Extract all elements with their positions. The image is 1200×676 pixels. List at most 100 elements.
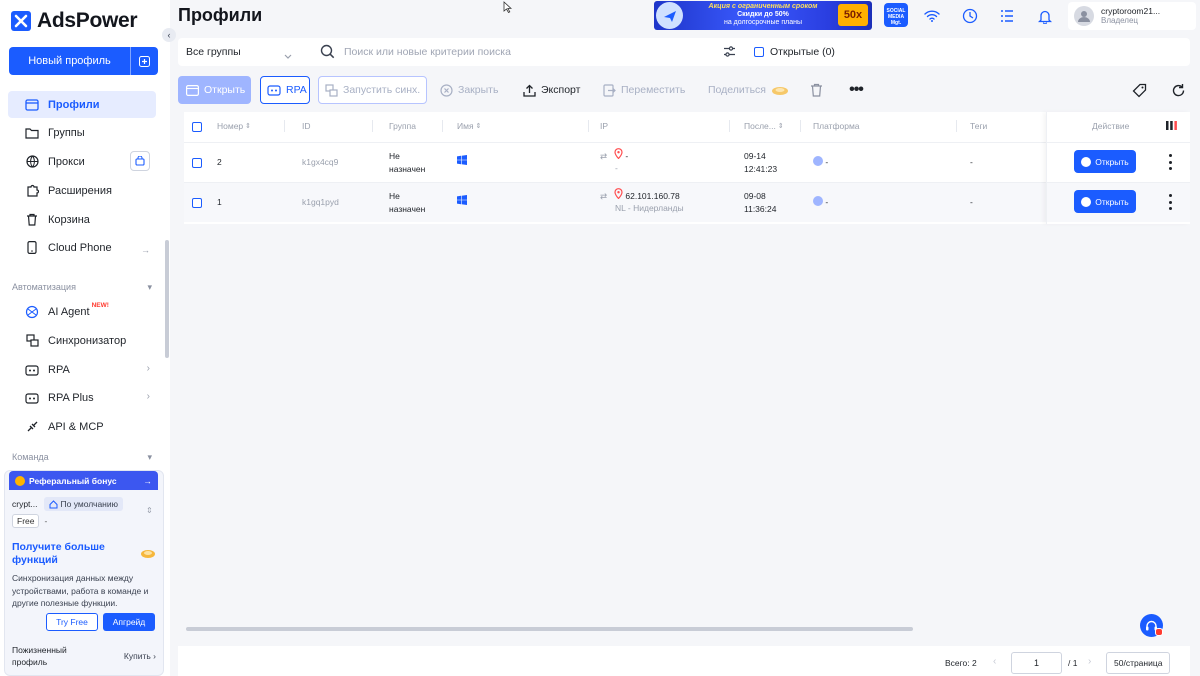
rpa-icon <box>24 362 40 378</box>
proxy-shop-icon[interactable] <box>130 151 150 171</box>
column-divider <box>800 120 801 132</box>
filter-bar: Все группы Открытые (0) <box>178 38 1190 66</box>
row-checkbox[interactable] <box>192 198 202 208</box>
open-profile-button[interactable]: Открыть <box>1074 150 1136 173</box>
buy-link[interactable]: Купить › <box>124 650 156 662</box>
page-number-input[interactable]: 1 <box>1011 652 1062 674</box>
close-button[interactable]: Закрыть <box>440 76 498 104</box>
export-button[interactable]: Экспорт <box>523 76 580 104</box>
column-header-id[interactable]: ID <box>302 121 311 131</box>
app-logo[interactable]: AdsPower <box>11 9 138 33</box>
row-checkbox[interactable] <box>192 158 202 168</box>
column-header-tags[interactable]: Теги <box>970 121 987 131</box>
column-header-platform[interactable]: Платформа <box>813 121 860 131</box>
location-pin-icon <box>614 148 623 160</box>
tag-icon[interactable] <box>1127 78 1151 102</box>
sidebar-item-api[interactable]: API & MCP <box>8 413 156 440</box>
rpa-button[interactable]: RPA <box>260 76 310 104</box>
row-more-icon[interactable] <box>1167 154 1173 170</box>
table-row[interactable]: 2 k1gx4cq9 Не назначен ⇄ - - 09-14 12:41:2… <box>184 142 1190 182</box>
support-chat-button[interactable] <box>1140 614 1163 637</box>
row-last-opened: 09-08 11:36:24 <box>744 191 777 214</box>
next-page-icon[interactable]: › <box>1088 656 1091 667</box>
more-actions-button[interactable]: ••• <box>843 76 869 104</box>
delete-button[interactable] <box>810 76 828 104</box>
start-sync-button[interactable]: Запустить синх. <box>318 76 427 104</box>
home-icon <box>49 499 58 508</box>
rocket-icon <box>140 546 156 564</box>
social-media-mgmt-button[interactable]: SOCIAL MEDIA Mgt. <box>884 3 908 27</box>
api-status-icon[interactable] <box>958 5 982 27</box>
rpa-plus-icon <box>24 390 40 406</box>
try-free-button[interactable]: Try Free <box>46 613 98 631</box>
mouse-cursor-icon <box>503 0 513 18</box>
column-header-group[interactable]: Группа <box>389 121 416 131</box>
task-list-icon[interactable] <box>995 5 1019 27</box>
new-profile-dropdown-icon[interactable] <box>130 47 158 75</box>
close-circle-icon <box>440 83 453 97</box>
table-row[interactable]: 1 k1gq1pyd Не назначен ⇄ 62.101.160.78 NL… <box>184 182 1190 222</box>
sidebar-item-label: RPA Plus <box>48 391 94 404</box>
team-account-row[interactable]: crypt... По умолчанию <box>12 497 123 511</box>
page-title: Профили <box>178 5 263 25</box>
open-profiles-filter[interactable]: Открытые (0) <box>754 46 835 58</box>
lifetime-label: Пожизненный профиль <box>12 645 67 667</box>
windows-icon <box>457 195 467 209</box>
wifi-icon[interactable] <box>920 5 944 27</box>
trash-icon <box>810 83 823 97</box>
lifetime-profile-row: Пожизненный профиль Купить › <box>12 644 156 668</box>
filter-settings-icon[interactable] <box>723 45 736 63</box>
sidebar: AdsPower Новый профиль Профили Группы Пр… <box>0 0 170 676</box>
row-platform: - <box>813 156 828 169</box>
column-settings-icon[interactable] <box>1165 119 1178 137</box>
sidebar-item-rpa-plus[interactable]: RPA Plus › <box>8 384 156 411</box>
column-header-name[interactable]: Имя ⇕ <box>457 121 481 131</box>
sidebar-item-profiles[interactable]: Профили <box>8 91 156 118</box>
referral-bonus-banner[interactable]: Реферальный бонус → <box>9 471 158 490</box>
sidebar-collapse-button[interactable]: ‹ <box>162 28 176 42</box>
globe-icon <box>24 154 40 170</box>
column-header-ip[interactable]: IP <box>600 121 608 131</box>
share-button[interactable]: Поделиться <box>708 76 794 104</box>
column-divider <box>588 120 589 132</box>
account-name: crypt... <box>12 499 38 509</box>
promo-banner[interactable]: Акция с ограниченным сроком Скидки до 50… <box>654 1 872 30</box>
new-profile-button[interactable]: Новый профиль <box>9 47 158 75</box>
prev-page-icon[interactable]: ‹ <box>993 656 996 667</box>
sidebar-item-label: Расширения <box>48 184 112 197</box>
move-button[interactable]: Переместить <box>603 76 685 104</box>
open-selected-button[interactable]: Открыть <box>178 76 251 104</box>
page-size-select[interactable]: 50/страница <box>1106 652 1170 674</box>
select-all-checkbox[interactable] <box>192 122 202 132</box>
bell-icon[interactable] <box>1033 5 1057 27</box>
column-header-last-opened[interactable]: После... ⇕ <box>744 121 784 131</box>
automation-section-label[interactable]: Автоматизация ▾ <box>12 282 152 292</box>
search-input[interactable] <box>344 42 724 62</box>
sidebar-scrollbar[interactable] <box>165 240 169 358</box>
api-icon <box>24 419 40 435</box>
column-header-number[interactable]: Номер ⇕ <box>217 121 251 131</box>
sidebar-item-rpa[interactable]: RPA › <box>8 356 156 383</box>
table-horizontal-scrollbar[interactable] <box>186 627 913 631</box>
platform-globe-icon <box>813 156 823 166</box>
sidebar-item-ai-agent[interactable]: AI Agent NEW! <box>8 298 156 325</box>
sidebar-item-groups[interactable]: Группы <box>8 119 156 146</box>
group-select[interactable]: Все группы <box>186 46 241 58</box>
column-divider <box>729 120 730 132</box>
rpa-icon <box>267 84 281 96</box>
sidebar-item-trash[interactable]: Корзина <box>8 206 156 233</box>
sidebar-item-extensions[interactable]: Расширения <box>8 177 156 204</box>
refresh-icon[interactable] <box>1166 78 1190 102</box>
sidebar-item-proxy[interactable]: Прокси <box>8 148 156 175</box>
row-more-icon[interactable] <box>1167 194 1173 210</box>
user-account-menu[interactable]: cryptoroom21... Владелец <box>1068 2 1196 30</box>
switch-team-icon[interactable]: ⇕ <box>146 506 153 515</box>
row-tags: - <box>970 157 973 167</box>
team-section-label[interactable]: Команда ▾ <box>12 452 152 462</box>
open-profile-button[interactable]: Открыть <box>1074 190 1136 213</box>
open-filter-checkbox[interactable] <box>754 47 764 57</box>
column-divider <box>372 120 373 132</box>
sidebar-item-synchronizer[interactable]: Синхронизатор <box>8 327 156 354</box>
upgrade-button[interactable]: Апгрейд <box>103 613 155 631</box>
sidebar-item-cloud-phone[interactable]: Cloud Phone → <box>8 234 156 261</box>
